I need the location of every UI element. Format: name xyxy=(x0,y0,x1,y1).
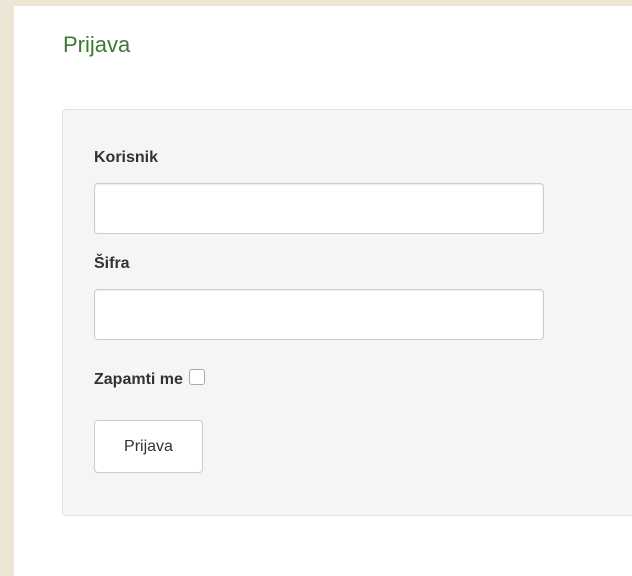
username-label: Korisnik xyxy=(94,149,159,166)
remember-me-checkbox[interactable] xyxy=(188,369,205,385)
password-input[interactable] xyxy=(94,289,544,340)
page-content: Prijava Korisnik Šifra Zapamti me Prijav… xyxy=(14,6,632,576)
page-title: Prijava xyxy=(63,32,131,57)
username-input[interactable] xyxy=(94,183,544,234)
login-form: Korisnik Šifra Zapamti me Prijava xyxy=(62,109,632,516)
remember-me-row: Zapamti me xyxy=(94,369,205,390)
password-label: Šifra xyxy=(94,255,130,272)
remember-me-label: Zapamti me xyxy=(94,371,183,388)
login-button[interactable]: Prijava xyxy=(94,420,203,473)
